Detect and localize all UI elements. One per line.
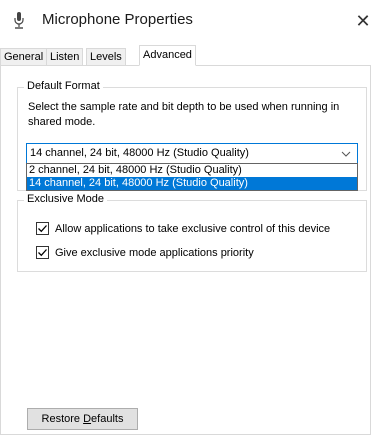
restore-label-suffix: efaults	[91, 413, 124, 425]
dropdown-option-selected[interactable]: 14 channel, 24 bit, 48000 Hz (Studio Qua…	[27, 177, 357, 190]
tab-advanced[interactable]: Advanced	[139, 45, 196, 66]
window-title: Microphone Properties	[42, 11, 193, 28]
tab-levels[interactable]: Levels	[86, 48, 126, 65]
title-bar: Microphone Properties ✕	[0, 0, 383, 42]
default-format-description: Select the sample rate and bit depth to …	[28, 101, 340, 128]
sample-rate-select[interactable]: 14 channel, 24 bit, 48000 Hz (Studio Qua…	[26, 143, 358, 164]
dropdown-option[interactable]: 2 channel, 24 bit, 48000 Hz (Studio Qual…	[27, 164, 357, 177]
exclusive-priority-checkbox[interactable]	[36, 246, 49, 259]
close-button[interactable]: ✕	[343, 4, 383, 38]
restore-defaults-button[interactable]: Restore Defaults	[27, 408, 138, 430]
restore-mnemonic: D	[83, 413, 92, 425]
sample-rate-dropdown-list: 2 channel, 24 bit, 48000 Hz (Studio Qual…	[26, 163, 358, 191]
microphone-icon	[12, 12, 26, 30]
exclusive-mode-label: Exclusive Mode	[24, 193, 108, 205]
allow-exclusive-label: Allow applications to take exclusive con…	[55, 223, 331, 235]
sample-rate-selected-value: 14 channel, 24 bit, 48000 Hz (Studio Qua…	[30, 147, 249, 159]
tab-strip: General Listen Levels Advanced	[0, 45, 383, 66]
exclusive-mode-group: Exclusive Mode	[17, 193, 367, 272]
tab-listen[interactable]: Listen	[46, 48, 84, 65]
default-format-label: Default Format	[24, 80, 103, 92]
allow-exclusive-checkbox[interactable]	[36, 222, 49, 235]
tab-general[interactable]: General	[0, 48, 48, 65]
restore-label-prefix: Restore	[41, 413, 84, 425]
exclusive-priority-label: Give exclusive mode applications priorit…	[55, 247, 254, 259]
